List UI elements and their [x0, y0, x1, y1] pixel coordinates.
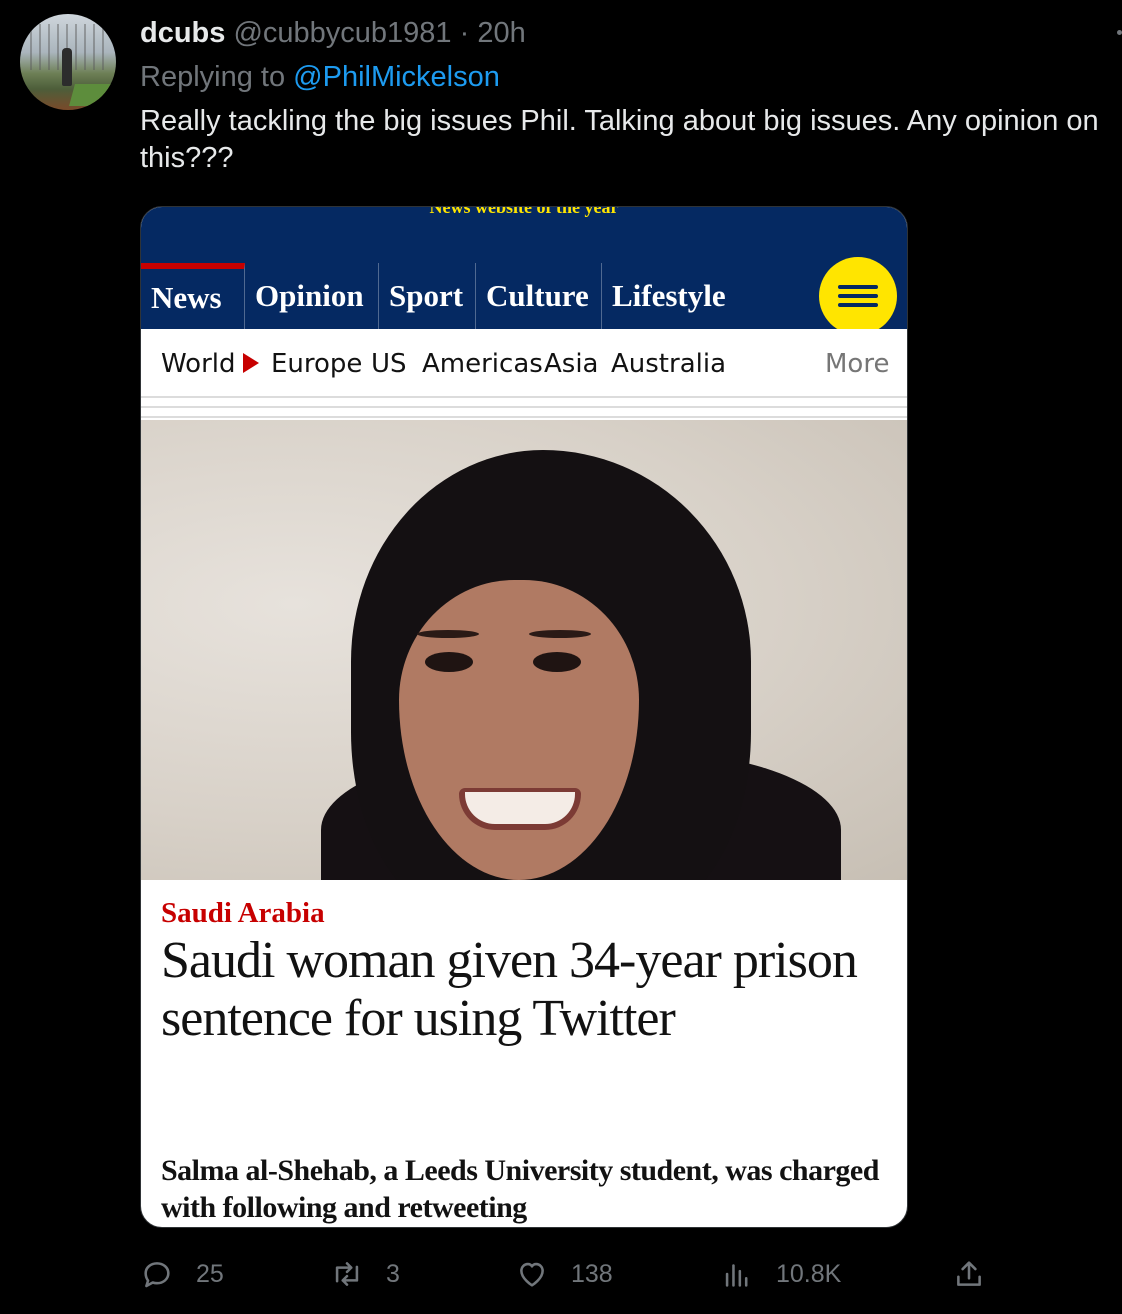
subnav-europe[interactable]: Europe: [271, 329, 362, 395]
views-button[interactable]: 10.8K: [720, 1252, 841, 1296]
arrow-right-icon: [243, 353, 259, 373]
award-banner: News website of the year: [429, 206, 619, 217]
tweet-header: dcubs @cubbycub1981 · 20h: [140, 16, 526, 50]
like-count: 138: [571, 1259, 613, 1288]
share-button[interactable]: [952, 1252, 986, 1296]
article-photo: i: [141, 420, 907, 880]
sub-nav: World Europe US Americas Asia Australia …: [141, 329, 907, 395]
subnav-australia[interactable]: Australia: [611, 329, 726, 395]
reply-count: 25: [196, 1259, 224, 1288]
hamburger-icon-bar: [838, 285, 878, 289]
retweet-button[interactable]: 3: [330, 1252, 400, 1296]
like-button[interactable]: 138: [515, 1252, 613, 1296]
avatar-mat-graphic: [69, 84, 115, 106]
like-icon: [520, 1262, 544, 1287]
timestamp[interactable]: 20h: [477, 17, 525, 49]
pillar-sport[interactable]: Sport: [379, 263, 476, 329]
pillar-lifestyle[interactable]: Lifestyle: [602, 263, 762, 329]
photo-brow-shape: [529, 630, 591, 638]
subnav-more[interactable]: More: [825, 329, 889, 395]
attached-image[interactable]: News website of the year News Opinion Sp…: [140, 206, 908, 1228]
article-kicker[interactable]: Saudi Arabia: [161, 897, 325, 930]
photo-smile-shape: [459, 788, 581, 830]
divider: [141, 416, 907, 418]
views-icon: [725, 1264, 748, 1287]
retweet-icon: [335, 1262, 359, 1286]
reply-icon: [144, 1262, 170, 1288]
pillar-opinion[interactable]: Opinion: [245, 263, 379, 329]
pillar-news[interactable]: News: [141, 263, 245, 329]
share-icon: [957, 1261, 981, 1286]
separator-dot: ·: [459, 17, 470, 49]
divider: [141, 406, 907, 408]
subnav-world[interactable]: World: [161, 329, 236, 395]
action-bar: 25 3 138 10.8K: [140, 1252, 1000, 1296]
menu-button[interactable]: [819, 257, 897, 335]
views-count: 10.8K: [776, 1259, 842, 1288]
subnav-asia[interactable]: Asia: [544, 329, 599, 395]
divider: [141, 396, 907, 398]
article-standfirst: Salma al-Shehab, a Leeds University stud…: [161, 1154, 879, 1224]
hamburger-icon-bar: [838, 294, 878, 298]
pillar-culture[interactable]: Culture: [476, 263, 602, 329]
reply-mention-link[interactable]: @PhilMickelson: [293, 61, 500, 93]
subnav-us[interactable]: US: [371, 329, 407, 395]
site-masthead-band: News website of the year: [141, 207, 907, 263]
reply-prefix: Replying to: [140, 61, 286, 93]
pillar-nav: News Opinion Sport Culture Lifestyle: [141, 263, 907, 329]
hamburger-icon-bar: [838, 303, 878, 307]
user-handle[interactable]: @cubbycub1981: [233, 17, 451, 49]
display-name[interactable]: dcubs: [140, 17, 225, 49]
article-headline[interactable]: Saudi woman given 34-year prison sentenc…: [161, 932, 881, 1048]
photo-brow-shape: [417, 630, 479, 638]
subnav-americas[interactable]: Americas: [422, 329, 543, 395]
reply-context: Replying to @PhilMickelson: [140, 60, 500, 94]
tweet-text: Really tackling the big issues Phil. Tal…: [140, 105, 1099, 174]
more-options-icon[interactable]: [1117, 30, 1122, 35]
retweet-count: 3: [386, 1259, 400, 1288]
avatar[interactable]: [20, 14, 116, 110]
photo-eye-shape: [425, 652, 473, 672]
avatar-person-graphic: [62, 48, 72, 86]
photo-eye-shape: [533, 652, 581, 672]
reply-button[interactable]: 25: [140, 1252, 224, 1296]
